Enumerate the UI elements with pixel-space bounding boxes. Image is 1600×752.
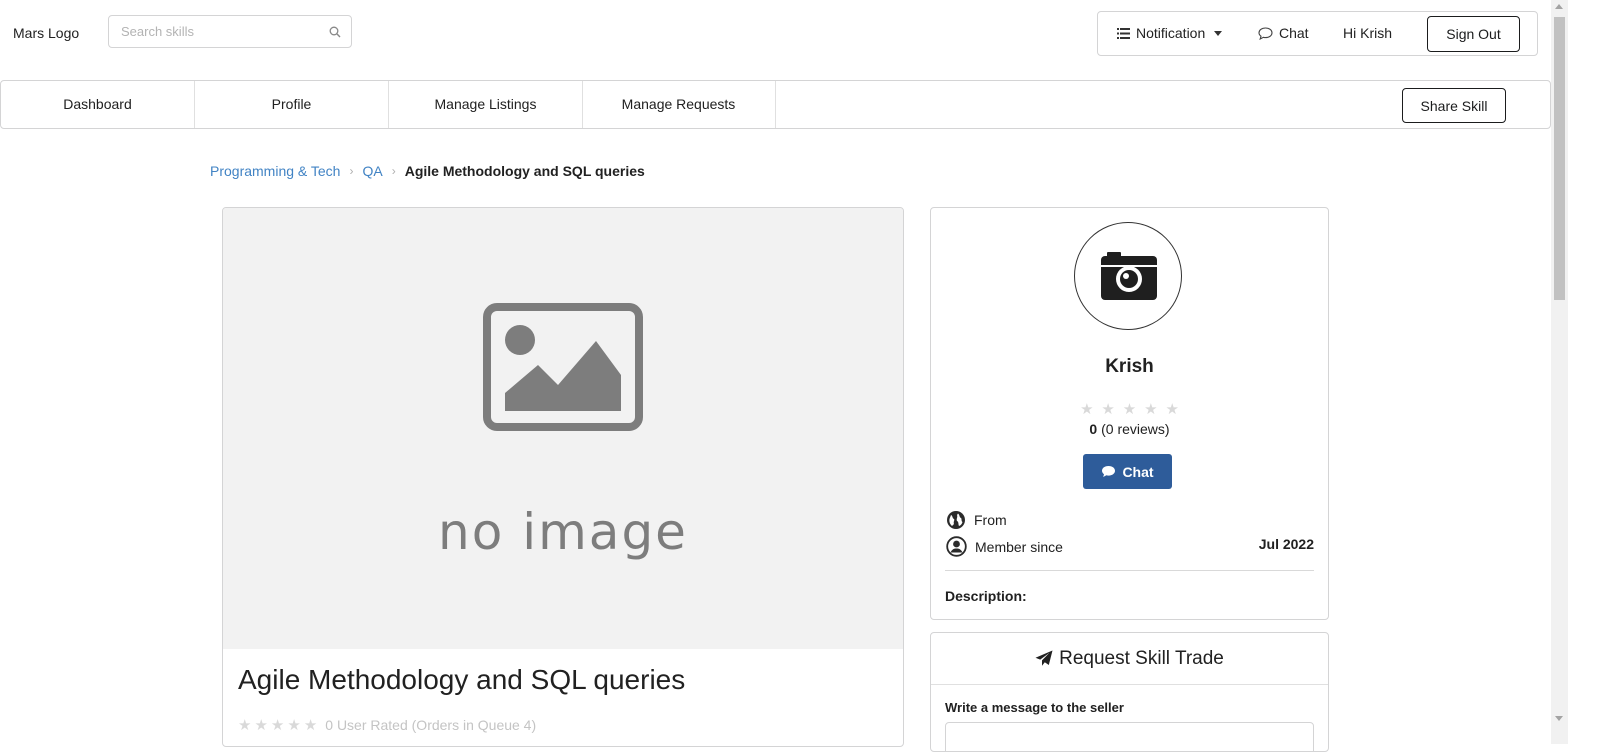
star-icon: ★ bbox=[1080, 401, 1094, 418]
user-circle-icon bbox=[946, 536, 967, 557]
star-icon: ★ bbox=[303, 717, 318, 734]
request-trade-title: Request Skill Trade bbox=[1059, 647, 1224, 669]
star-icon: ★ bbox=[287, 717, 301, 734]
star-icon: ★ bbox=[254, 717, 268, 734]
member-since-value: Jul 2022 bbox=[1258, 536, 1314, 552]
chat-label: Chat bbox=[1279, 25, 1309, 41]
seller-rating-stars: ★ ★ ★ ★ ★ bbox=[931, 400, 1328, 418]
comment-icon bbox=[1102, 466, 1116, 477]
member-since-label: Member since bbox=[975, 538, 1063, 555]
message-input[interactable] bbox=[945, 722, 1314, 751]
seller-name: Krish bbox=[1105, 356, 1154, 377]
skill-rating: ★ ★ ★ ★ ★ 0 User Rated (Orders in Queue … bbox=[238, 716, 536, 734]
seller-profile-card: Krish ★ ★ ★ ★ ★ 0 (0 reviews) Chat From bbox=[930, 207, 1329, 620]
breadcrumb-category[interactable]: Programming & Tech bbox=[210, 163, 340, 179]
divider bbox=[945, 570, 1314, 571]
list-icon bbox=[1117, 27, 1130, 39]
top-menu: Notification Chat Hi Krish Sign Out bbox=[1097, 11, 1538, 56]
nav-dashboard[interactable]: Dashboard bbox=[1, 81, 195, 128]
main-nav: Dashboard Profile Manage Listings Manage… bbox=[0, 80, 1551, 129]
globe-icon bbox=[946, 510, 966, 530]
search-input[interactable] bbox=[109, 16, 321, 47]
skill-rating-text: 0 User Rated (Orders in Queue 4) bbox=[325, 717, 537, 733]
camera-icon bbox=[1101, 252, 1157, 300]
breadcrumb: Programming & Tech › QA › Agile Methodol… bbox=[210, 163, 645, 179]
notification-dropdown[interactable]: Notification bbox=[1117, 25, 1223, 41]
sign-out-button[interactable]: Sign Out bbox=[1427, 16, 1520, 52]
nav-profile[interactable]: Profile bbox=[195, 81, 389, 128]
breadcrumb-separator: › bbox=[391, 164, 396, 178]
star-icon: ★ bbox=[1122, 401, 1137, 418]
rating-value: 0 bbox=[1089, 421, 1098, 437]
star-icon: ★ bbox=[1144, 401, 1158, 418]
skill-title: Agile Methodology and SQL queries bbox=[238, 664, 686, 695]
share-skill-button[interactable]: Share Skill bbox=[1402, 88, 1506, 123]
from-label: From bbox=[974, 512, 1007, 528]
scroll-up-arrow-icon[interactable] bbox=[1555, 4, 1563, 9]
breadcrumb-separator: › bbox=[349, 164, 354, 178]
scroll-down-arrow-icon[interactable] bbox=[1555, 716, 1563, 721]
star-icon: ★ bbox=[1165, 401, 1179, 418]
from-row: From bbox=[946, 510, 1007, 530]
page-scrollbar[interactable] bbox=[1551, 0, 1568, 744]
request-trade-card: Request Skill Trade Write a message to t… bbox=[930, 632, 1329, 752]
chat-button-label: Chat bbox=[1122, 463, 1154, 480]
site-logo[interactable]: Mars Logo bbox=[13, 25, 79, 41]
seller-reviews: 0 (0 reviews) bbox=[931, 421, 1328, 437]
caret-down-icon bbox=[1214, 30, 1223, 36]
image-placeholder-icon bbox=[483, 303, 643, 431]
skill-image: no image bbox=[223, 208, 903, 649]
breadcrumb-current: Agile Methodology and SQL queries bbox=[404, 163, 645, 179]
star-icon: ★ bbox=[1101, 401, 1115, 418]
star-icon: ★ bbox=[238, 717, 252, 734]
reviews-count: (0 reviews) bbox=[1101, 421, 1170, 437]
breadcrumb-subcategory[interactable]: QA bbox=[362, 163, 382, 179]
message-label: Write a message to the seller bbox=[945, 700, 1124, 715]
description-label: Description: bbox=[945, 588, 1027, 604]
nav-manage-listings[interactable]: Manage Listings bbox=[389, 81, 583, 128]
search-icon[interactable] bbox=[329, 25, 341, 41]
chat-link[interactable]: Chat bbox=[1258, 25, 1309, 41]
paper-plane-icon bbox=[1035, 650, 1053, 666]
search-box bbox=[108, 15, 352, 48]
scroll-thumb[interactable] bbox=[1554, 17, 1565, 300]
avatar[interactable] bbox=[1074, 222, 1182, 330]
notification-label: Notification bbox=[1136, 25, 1206, 41]
request-trade-header: Request Skill Trade bbox=[931, 633, 1328, 685]
user-greeting[interactable]: Hi Krish bbox=[1343, 25, 1392, 41]
nav-manage-requests[interactable]: Manage Requests bbox=[582, 81, 776, 128]
member-since-row: Member since bbox=[946, 536, 1063, 557]
no-image-label: no image bbox=[438, 503, 688, 561]
chat-button[interactable]: Chat bbox=[1083, 454, 1172, 489]
star-icon: ★ bbox=[270, 717, 285, 734]
chat-bubble-icon bbox=[1258, 26, 1273, 40]
skill-card: no image Agile Methodology and SQL queri… bbox=[222, 207, 904, 747]
